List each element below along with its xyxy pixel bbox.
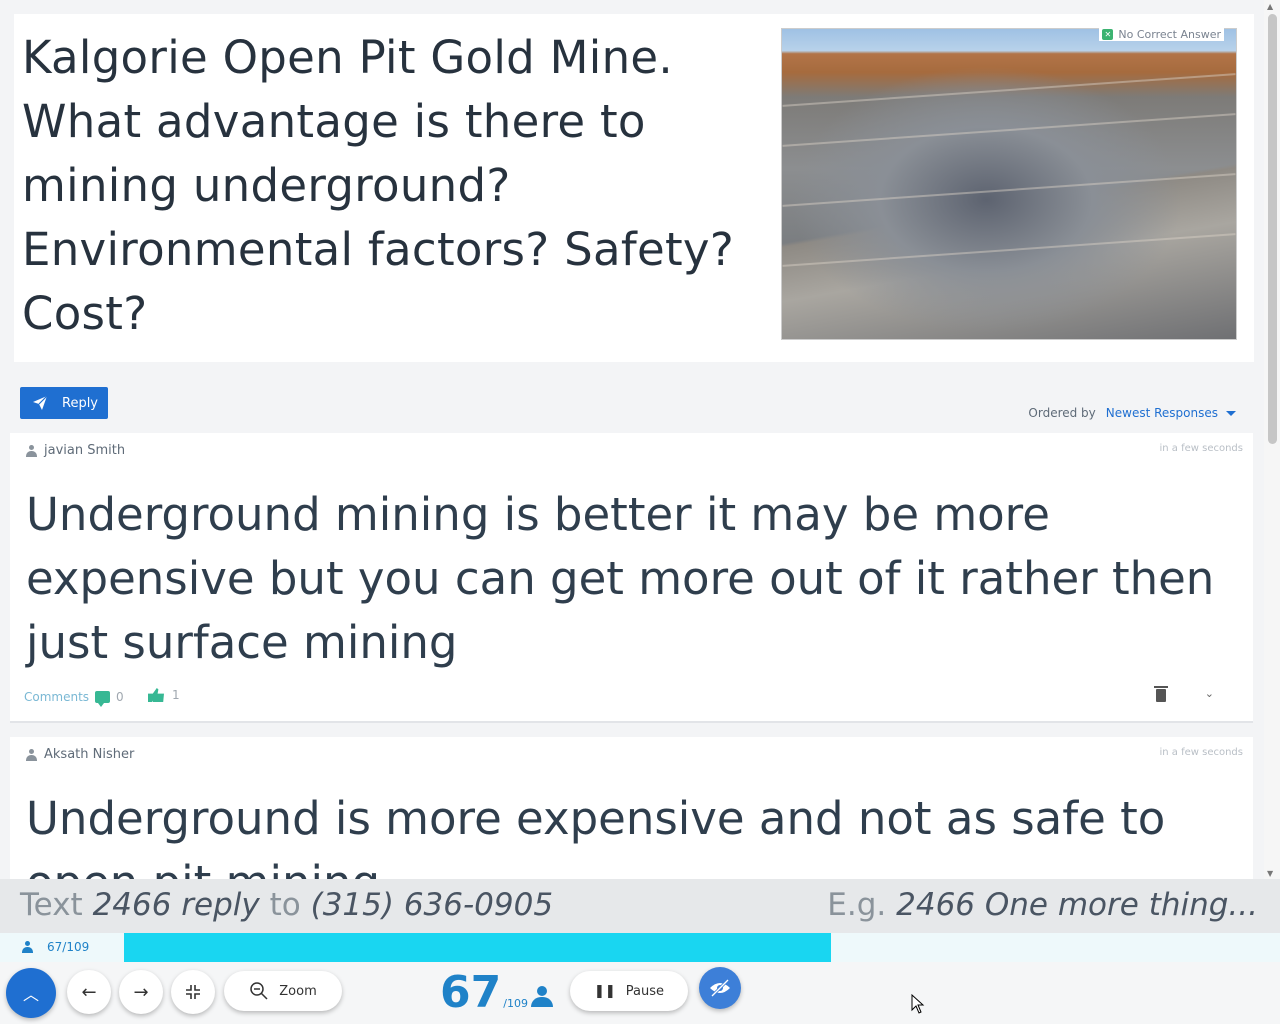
author-name: Aksath Nisher [44,747,135,762]
sms-instruction-bar: Text 2466 reply to (315) 636-0905 E.g. 2… [0,879,1280,933]
instruction-mid: to [269,887,301,923]
response-footer: Comments 0 1 ⌄ [24,686,1234,709]
response-card: Aksath Nisher in a few seconds Undergrou… [10,737,1253,879]
response-author: javian Smith [26,443,125,458]
chevron-up-icon: ︿ [22,985,39,1004]
reply-button[interactable]: Reply [20,387,108,419]
order-value: Newest Responses [1105,406,1218,420]
question-card: Kalgorie Open Pit Gold Mine. What advant… [14,14,1254,362]
response-progress: 67/109 [0,933,1280,962]
author-name: javian Smith [44,443,126,458]
badge-label: No Correct Answer [1118,28,1221,41]
pause-button[interactable]: ❚❚ Pause [570,971,688,1011]
response-time: in a few seconds [1159,443,1243,454]
collapse-button[interactable]: ︿ [6,968,56,1018]
sms-example: E.g. 2466 One more thing... [827,887,1258,923]
response-text: Underground mining is better it may be m… [26,488,1215,669]
scroll-thumb[interactable] [1268,14,1277,444]
comment-icon [95,691,111,707]
zoom-out-icon [250,982,268,1000]
chevron-down-icon[interactable]: ⌄ [1205,687,1214,700]
thumbs-up-icon [148,688,164,702]
example-prefix: E.g. [827,887,887,923]
mouse-pointer-icon [911,994,925,1014]
response-time: in a few seconds [1159,747,1243,758]
comments-label: Comments [24,690,90,704]
no-correct-answer-badge: ✕ No Correct Answer [1099,28,1224,41]
zoom-button[interactable]: Zoom [224,971,342,1011]
instruction-prefix: Text [20,887,83,923]
sms-instruction: Text 2466 reply to (315) 636-0905 [20,887,553,923]
response-text: Underground is more expensive and not as… [26,792,1166,879]
send-icon [33,395,48,410]
exit-fullscreen-button[interactable] [171,970,215,1014]
user-icon [26,748,37,761]
next-button[interactable]: → [119,970,163,1014]
response-card: javian Smith in a few seconds Undergroun… [10,433,1253,723]
counter-total: /109 [503,997,528,1010]
progress-track [124,933,1280,962]
zoom-label: Zoom [279,983,317,999]
phone-number: (315) 636-0905 [310,887,554,923]
example-text: 2466 One more thing... [896,887,1258,923]
mine-photo [781,28,1237,340]
compress-icon [186,985,200,999]
hide-responses-button[interactable] [699,967,741,1009]
progress-label: 67/109 [22,940,89,954]
like-count: 1 [172,688,180,702]
trash-icon[interactable] [1154,686,1168,702]
like-button[interactable]: 1 [148,688,180,702]
eye-slash-icon [710,978,730,998]
reply-label: Reply [62,395,99,411]
comment-count: 0 [116,690,124,704]
order-bar: Ordered by Newest Responses [1028,406,1236,420]
pause-label: Pause [625,983,665,999]
photo-detail [782,73,1236,107]
check-icon: ✕ [1102,29,1114,40]
caret-down-icon [1226,410,1236,416]
previous-button[interactable]: ← [67,970,111,1014]
participant-icon [531,986,553,1008]
progress-count: 67/109 [47,940,90,954]
arrow-left-icon: ← [81,981,97,1003]
scroll-up-arrow-icon[interactable]: ▲ [1267,2,1273,11]
response-author: Aksath Nisher [26,747,134,762]
scrollbar[interactable]: ▲ ▼ [1264,0,1280,880]
order-select[interactable]: Newest Responses [1106,406,1236,420]
question-text: Kalgorie Open Pit Gold Mine. What advant… [22,31,735,340]
ordered-by-label: Ordered by [1028,406,1096,420]
counter-current: 67 [440,967,502,1018]
pause-icon: ❚❚ [593,983,616,999]
user-icon [22,941,33,953]
user-icon [26,444,37,457]
scroll-down-arrow-icon[interactable]: ▼ [1267,869,1273,878]
progress-fill [124,933,832,962]
instruction-code: 2466 reply [92,887,260,923]
presenter-toolbar: ︿ ← → Zoom 67 /109 ❚❚ Pause [0,962,1280,1024]
photo-detail [782,233,1236,267]
response-counter: 67 /109 [440,968,528,1018]
photo-detail [782,173,1236,207]
comments-link[interactable]: Comments 0 [24,690,124,707]
photo-detail [782,113,1236,147]
arrow-right-icon: → [133,981,149,1003]
